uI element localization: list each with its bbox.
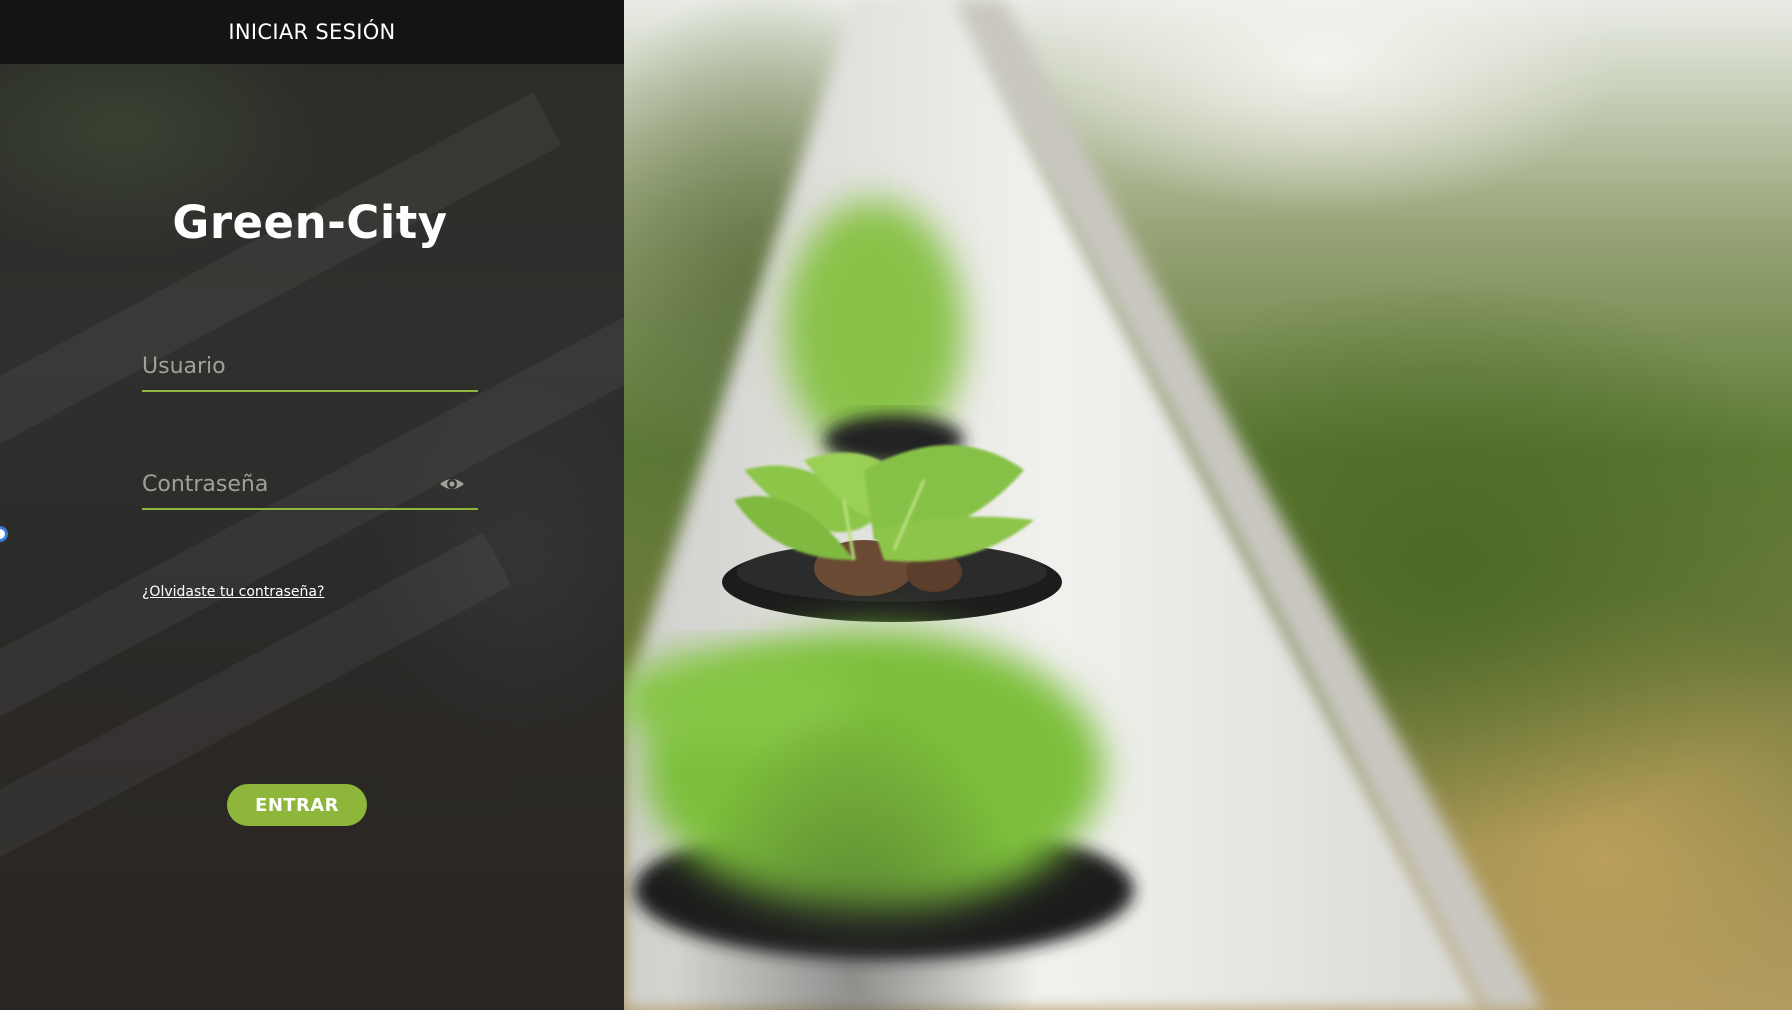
panel-header: INICIAR SESIÓN	[0, 0, 624, 64]
eye-icon[interactable]	[438, 474, 466, 494]
scroll-handle[interactable]	[0, 526, 8, 542]
password-field[interactable]	[142, 464, 478, 510]
username-input[interactable]	[142, 346, 442, 386]
login-panel: INICIAR SESIÓN Green-City ¿Olvidaste tu …	[0, 0, 624, 1010]
forgot-password-link[interactable]: ¿Olvidaste tu contraseña?	[142, 584, 324, 600]
panel-texture	[0, 532, 512, 1008]
photo-vignette	[624, 0, 1792, 1010]
header-title: INICIAR SESIÓN	[228, 20, 396, 44]
login-button[interactable]: ENTRAR	[227, 784, 367, 826]
background-photo	[624, 0, 1792, 1010]
login-page: INICIAR SESIÓN Green-City ¿Olvidaste tu …	[0, 0, 1792, 1010]
password-input[interactable]	[142, 464, 442, 504]
brand-title: Green-City	[172, 196, 448, 249]
username-field[interactable]	[142, 346, 478, 392]
